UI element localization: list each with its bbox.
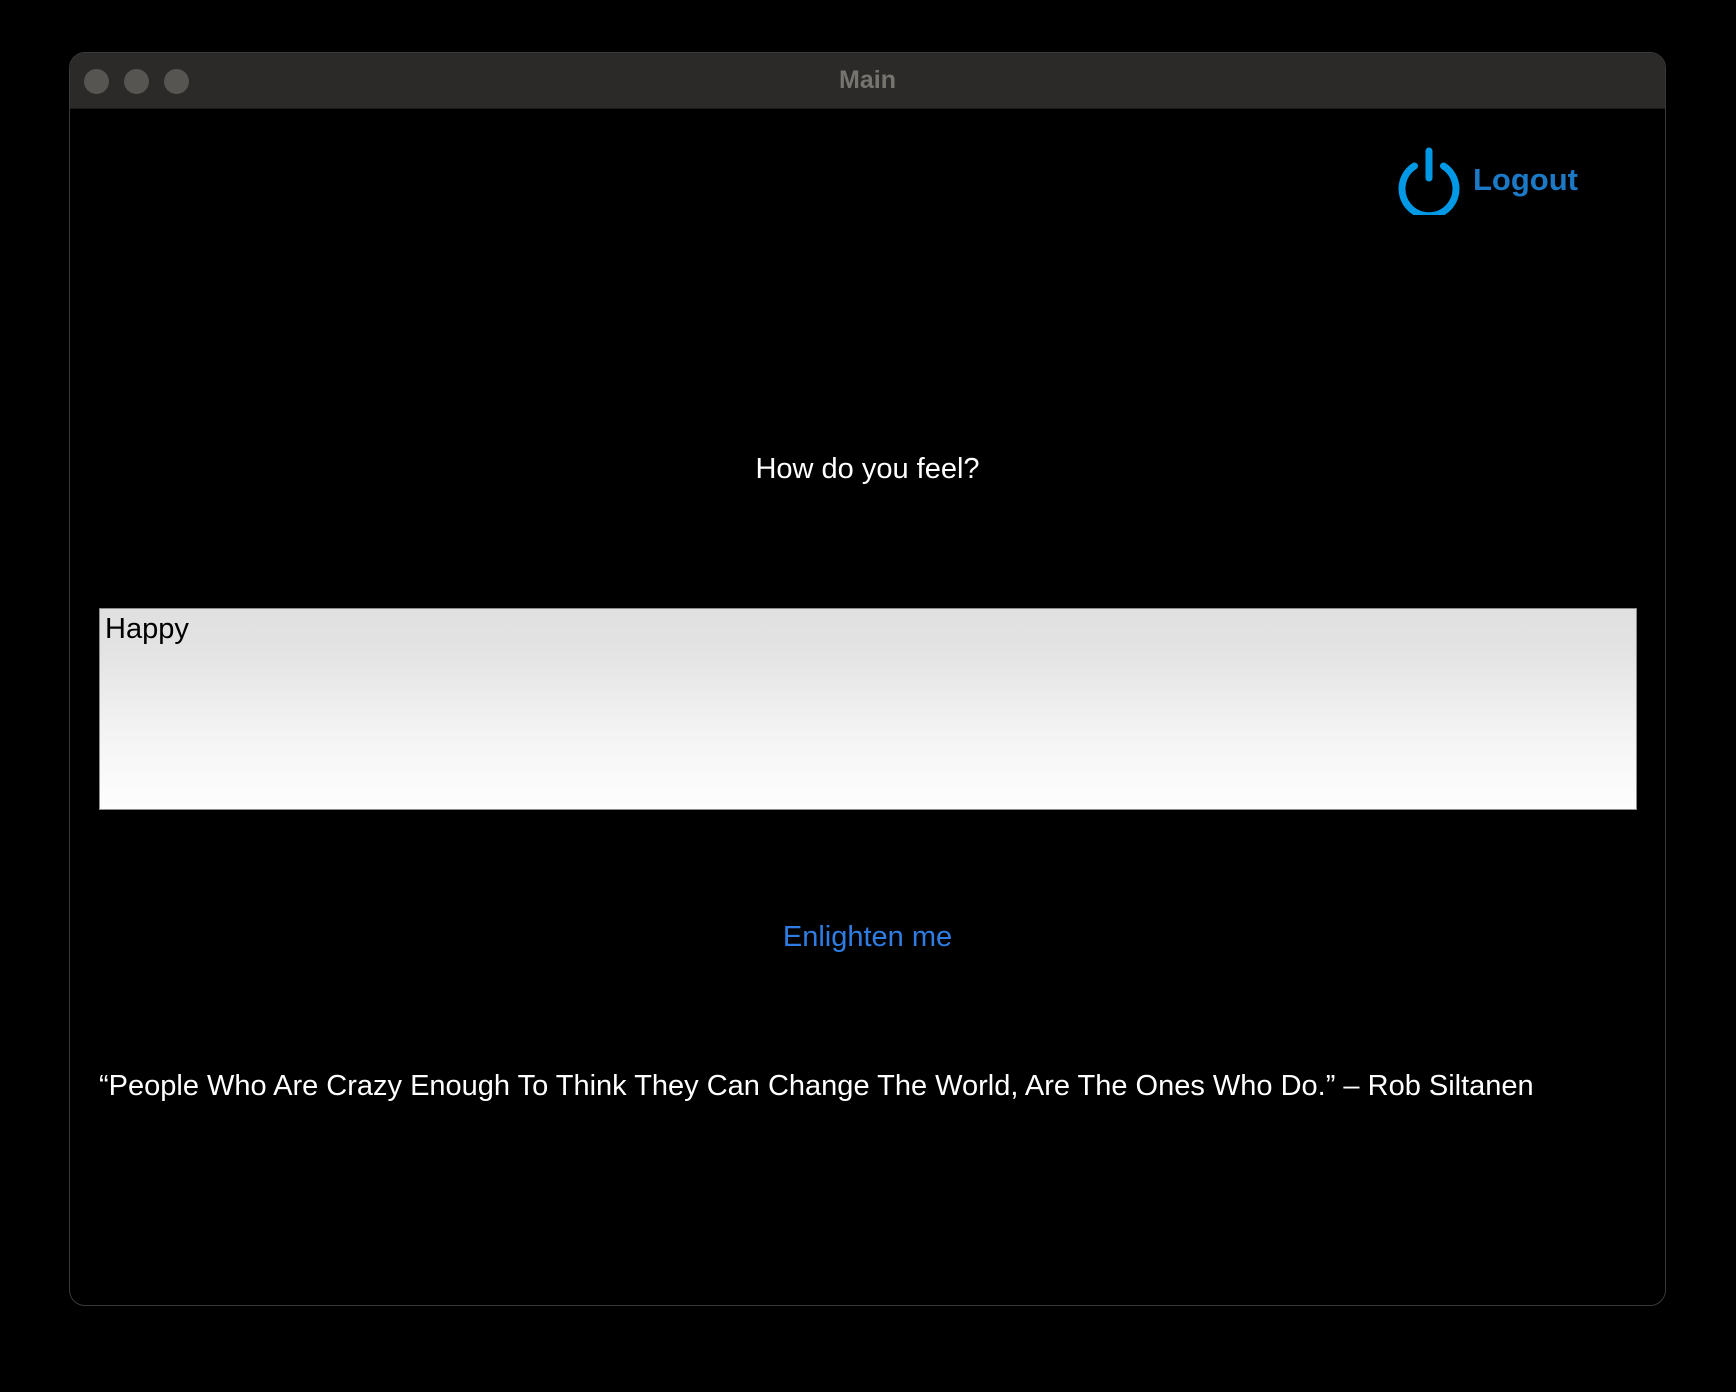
title-bar[interactable]: Main [70,53,1665,109]
quote-text: “People Who Are Crazy Enough To Think Th… [99,1070,1534,1102]
enlighten-container: Enlighten me [70,921,1665,954]
main-window: Main Logout How do you feel? Happy Enlig… [69,52,1666,1306]
mood-input[interactable]: Happy [99,608,1637,810]
logout-button[interactable]: Logout [1395,142,1578,218]
logout-label: Logout [1473,162,1579,197]
feeling-prompt: How do you feel? [755,453,980,485]
window-title: Main [839,66,896,94]
power-icon [1398,147,1460,215]
enlighten-me-button[interactable]: Enlighten me [783,921,952,953]
